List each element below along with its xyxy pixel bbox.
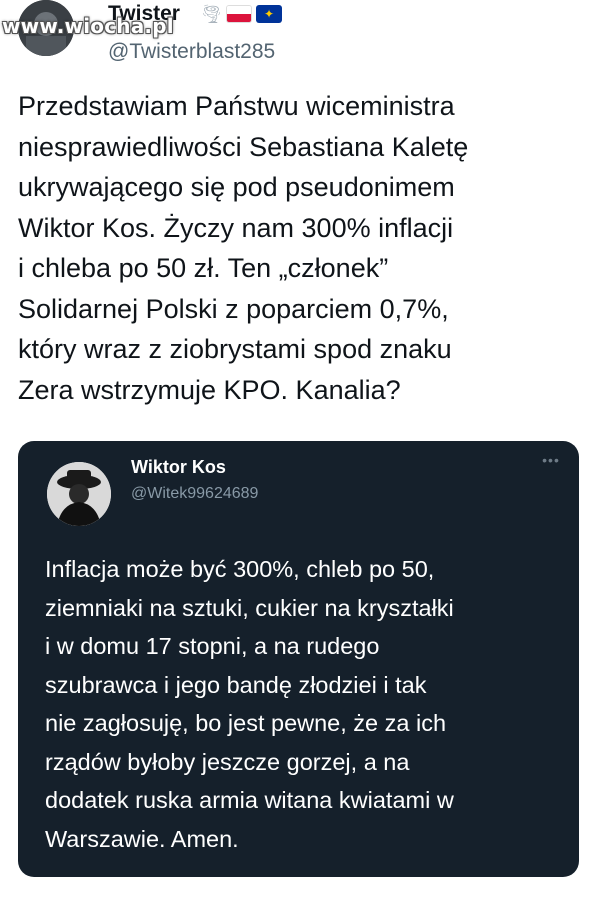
tweet-text-line: ukrywającego się pod pseudonimem bbox=[18, 172, 455, 202]
more-horizontal-icon[interactable]: ••• bbox=[539, 453, 563, 467]
embedded-text-line: ziemniaki na sztuki, cukier na kryształk… bbox=[45, 594, 454, 621]
flag-eu-icon: ✦ bbox=[256, 5, 282, 23]
embedded-text-line: nie zagłosuję, bo jest pewne, że za ich bbox=[45, 710, 447, 736]
embedded-text-line: i w domu 17 stopni, a na rudego bbox=[45, 633, 380, 659]
tweet-text: Przedstawiam Państwu wiceministra niespr… bbox=[18, 86, 588, 410]
tornado-icon: 🌪 bbox=[200, 4, 223, 24]
name-emoji-group: 🌪 ✦ bbox=[200, 4, 282, 24]
embedded-text-line: szubrawca i jego bandę złodziei i tak bbox=[45, 671, 427, 698]
tweet-text-line: Zera wstrzymuje KPO. Kanalia? bbox=[18, 374, 401, 405]
embedded-tweet-card[interactable]: Wiktor Kos @Witek99624689 ••• Inflacja m… bbox=[18, 441, 579, 877]
tweet-text-line: Przedstawiam Państwu wiceministra bbox=[18, 91, 455, 121]
embedded-author-avatar[interactable] bbox=[47, 462, 111, 526]
embedded-text-line: Warszawie. Amen. bbox=[45, 825, 239, 852]
tweet-text-line: i chleba po 50 zł. Ten „członek” bbox=[18, 253, 389, 283]
tweet-text-line: Wiktor Kos. Życzy nam 300% inflacji bbox=[18, 212, 454, 243]
embedded-text-line: dodatek ruska armia witana kwiatami w bbox=[45, 787, 454, 813]
tweet-text-line: niesprawiedliwości Sebastiana Kaletę bbox=[18, 131, 469, 162]
embedded-text-line: Inflacja może być 300%, chleb po 50, bbox=[45, 556, 435, 582]
embedded-text-line: rządów byłoby jeszcze gorzej, a na bbox=[45, 748, 410, 775]
site-watermark: www.wiocha.pl bbox=[2, 14, 174, 38]
screenshot: Twister 🌪 ✦ www.wiocha.pl @Twisterblast2… bbox=[0, 0, 597, 900]
tweet-text-line: który wraz z ziobrystami spod znaku bbox=[18, 334, 452, 364]
embedded-tweet-text: Inflacja może być 300%, chleb po 50, zie… bbox=[45, 550, 575, 858]
embedded-author-handle[interactable]: @Witek99624689 bbox=[131, 485, 258, 503]
flag-poland-icon bbox=[226, 5, 252, 23]
tweet-text-line: Solidarnej Polski z poparciem 0,7%, bbox=[18, 293, 449, 324]
embedded-author-display-name[interactable]: Wiktor Kos bbox=[131, 457, 226, 478]
author-handle[interactable]: @Twisterblast285 bbox=[108, 40, 275, 64]
